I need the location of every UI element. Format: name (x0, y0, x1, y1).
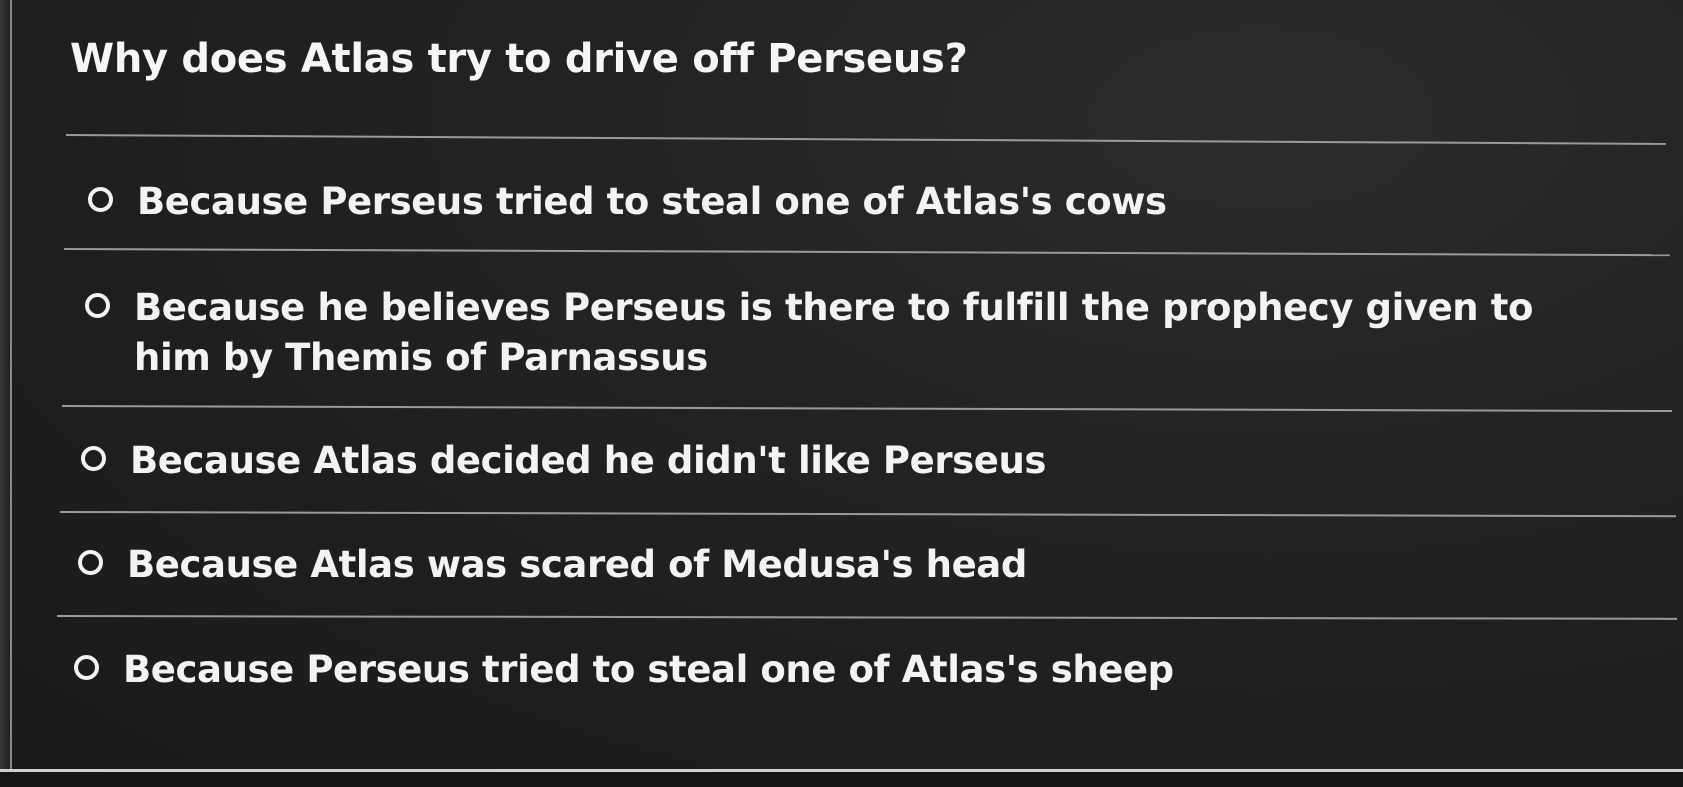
left-border-line (10, 0, 12, 770)
divider (65, 134, 1666, 145)
answer-option-4[interactable]: Because Atlas was scared of Medusa's hea… (78, 540, 1027, 590)
answer-option-label: Because Perseus tried to steal one of At… (137, 180, 1167, 223)
radio-button-icon[interactable] (88, 187, 113, 212)
bottom-bezel (0, 772, 1683, 787)
divider (56, 615, 1677, 620)
answer-option-1[interactable]: Because Perseus tried to steal one of At… (88, 177, 1167, 227)
left-bezel (0, 0, 10, 770)
radio-button-icon[interactable] (81, 446, 106, 471)
answer-option-5[interactable]: Because Perseus tried to steal one of At… (74, 645, 1174, 695)
answer-option-label: Because Perseus tried to steal one of At… (123, 648, 1174, 691)
answer-option-label: Because Atlas decided he didn't like Per… (130, 439, 1047, 482)
answer-option-3[interactable]: Because Atlas decided he didn't like Per… (81, 436, 1046, 486)
radio-button-icon[interactable] (74, 655, 99, 680)
answer-option-2[interactable]: Because he believes Perseus is there to … (85, 283, 1585, 383)
answer-option-label: Because he believes Perseus is there to … (134, 286, 1534, 379)
question-text: Why does Atlas try to drive off Perseus? (70, 36, 968, 82)
quiz-screen: Why does Atlas try to drive off Perseus?… (0, 0, 1683, 787)
divider (59, 511, 1676, 518)
radio-button-icon[interactable] (78, 550, 103, 575)
divider (61, 405, 1672, 413)
divider (63, 248, 1670, 257)
radio-button-icon[interactable] (85, 293, 110, 318)
answer-option-label: Because Atlas was scared of Medusa's hea… (127, 543, 1027, 586)
